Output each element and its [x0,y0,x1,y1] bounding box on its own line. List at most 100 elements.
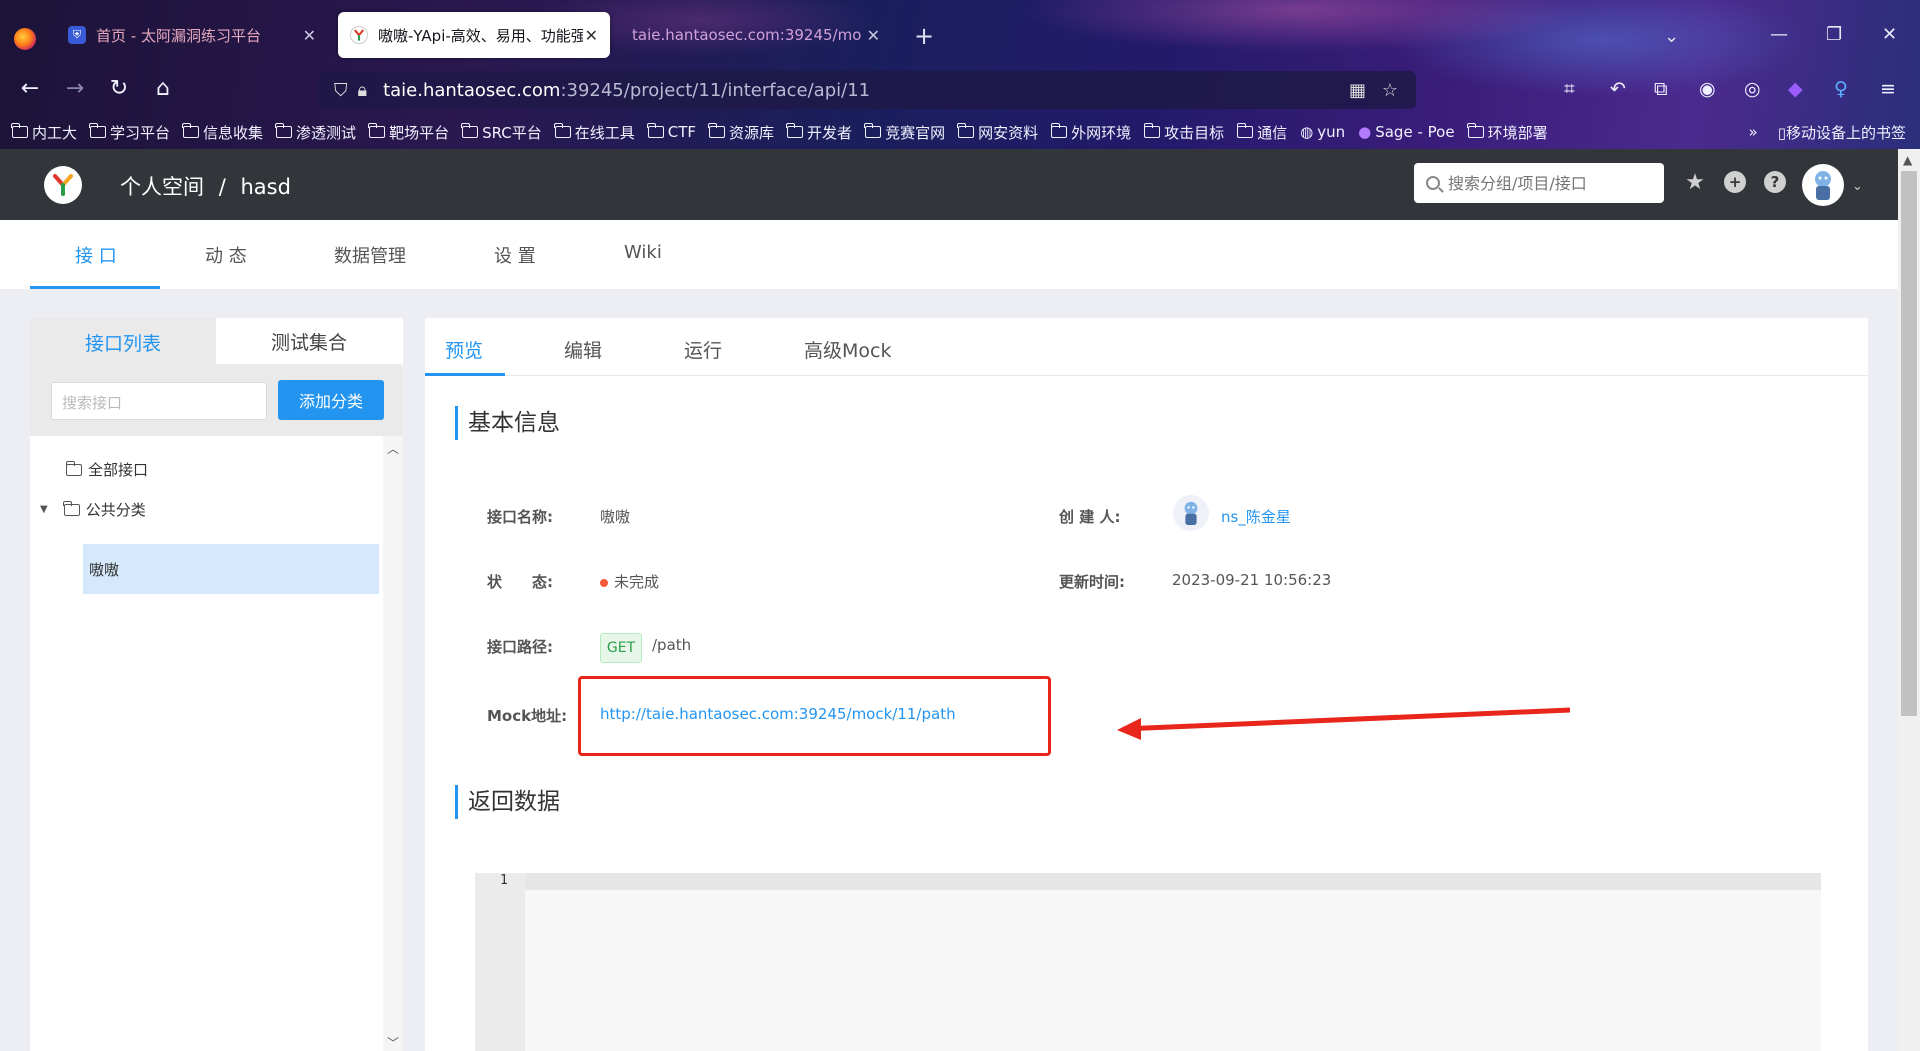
address-bar[interactable]: ⛉ 🔒︎ taie.hantaosec.com:39245/project/11… [318,71,1416,109]
bookmark-folder[interactable]: 信息收集 [182,122,263,143]
new-tab-plus-icon[interactable]: + [914,22,934,50]
scroll-up-icon[interactable]: ︿ [387,440,399,457]
close-window-icon[interactable]: ✕ [1882,24,1897,45]
diamond-extension-icon[interactable]: ◆ [1788,78,1803,100]
bookmark-folder[interactable]: 环境部署 [1466,122,1548,143]
extension-icon[interactable]: ⧉ [1654,78,1668,100]
forward-arrow-icon[interactable]: → [60,76,90,101]
chevron-down-icon[interactable]: ⌄ [1852,179,1863,194]
search-icon [1426,176,1440,190]
tab-advanced-mock[interactable]: 高级Mock [804,336,891,363]
browser-chrome: ⛨ 首页 - 太阿漏洞练习平台 ✕ 嗷嗷-YApi-高效、易用、功能强 ✕ ta… [0,0,1920,149]
tab-yapi[interactable]: 嗷嗷-YApi-高效、易用、功能强 ✕ [338,12,610,58]
home-icon[interactable]: ⌂ [148,76,178,101]
tab-run[interactable]: 运行 [684,336,722,363]
caret-down-icon[interactable]: ▼ [40,504,48,515]
shield-icon[interactable]: ⛉ [334,80,348,101]
bookmark-folder[interactable]: CTF [647,123,696,141]
sidebar-scrollbar[interactable]: ︿ ﹀ [383,436,403,1051]
tab-interface[interactable]: 接 口 [75,242,117,268]
page-margin [1868,318,1898,1051]
folder-icon [708,123,726,138]
tab-wiki[interactable]: Wiki [624,242,662,263]
add-category-button[interactable]: 添加分类 [278,380,384,420]
tab-settings[interactable]: 设 置 [494,242,536,268]
folder-icon [1050,123,1068,138]
page-scrollbar[interactable]: ▲ [1898,149,1920,1051]
globe-icon: ◍ [1300,123,1314,141]
breadcrumb-project[interactable]: hasd [240,175,290,199]
tab-activity[interactable]: 动 态 [205,242,247,268]
bookmark-folder[interactable]: 攻击目标 [1143,122,1224,143]
sidebar-tabs: 接口列表 测试集合 [30,318,403,366]
interface-search-input[interactable]: 搜索接口 [51,382,267,420]
close-icon[interactable]: ✕ [303,26,316,45]
url-text[interactable]: taie.hantaosec.com:39245/project/11/inte… [383,80,870,101]
plus-circle-icon[interactable]: + [1724,171,1746,193]
global-search-input[interactable] [1448,173,1648,193]
pin-extension-icon[interactable]: ♀ [1834,78,1848,100]
bookmark-folder[interactable]: 渗透测试 [275,122,356,143]
tree-item-public-category[interactable]: ▼ 公共分类 [40,499,146,520]
reload-icon[interactable]: ↻ [104,76,134,101]
bookmark-folder[interactable]: 竞赛官网 [864,122,945,143]
breadcrumb-space[interactable]: 个人空间 [120,175,204,199]
bookmark-folder[interactable]: 网安资料 [957,122,1038,143]
menu-icon[interactable]: ≡ [1880,78,1896,100]
lock-icon[interactable]: 🔒︎ [358,80,368,101]
yapi-logo-icon [350,26,368,44]
yapi-logo-icon[interactable] [44,166,82,204]
tree-item-all[interactable]: 全部接口 [65,459,148,480]
tab-interface-list[interactable]: 接口列表 [30,318,216,366]
tab-home[interactable]: ⛨ 首页 - 太阿漏洞练习平台 ✕ [56,12,328,58]
bookmark-folder[interactable]: 通信 [1236,122,1287,143]
restore-icon[interactable]: ❐ [1826,24,1842,45]
close-icon[interactable]: ✕ [867,26,880,45]
avatar[interactable] [1802,164,1844,206]
tab-test-collection[interactable]: 测试集合 [216,318,402,366]
star-icon[interactable]: ☆ [1382,80,1398,101]
tab-mock[interactable]: taie.hantaosec.com:39245/mock/ ✕ [620,12,892,58]
section-title-basic-info: 基本信息 [455,406,560,440]
bookmark-link[interactable]: ● Sage - Poe [1358,123,1454,141]
qr-code-icon[interactable]: ▦ [1349,80,1366,101]
bookmark-folder[interactable]: 资源库 [708,122,774,143]
bookmark-link[interactable]: ◍ yun [1300,123,1345,141]
close-icon[interactable]: ✕ [585,26,598,45]
bookmark-folder[interactable]: 外网环境 [1050,122,1131,143]
mobile-bookmarks[interactable]: ▯移动设备上的书签 [1778,122,1906,143]
tab-edit[interactable]: 编辑 [564,336,602,363]
bookmark-folder[interactable]: 开发者 [786,122,852,143]
minimize-icon[interactable]: — [1770,24,1788,45]
tab-data-management[interactable]: 数据管理 [334,242,406,268]
folder-open-icon [63,500,80,516]
response-code-editor[interactable]: 1 [475,873,1821,1051]
undo-icon[interactable]: ↶ [1610,78,1626,100]
scrollbar-thumb[interactable] [1901,171,1917,716]
scroll-down-icon[interactable]: ﹀ [387,1034,399,1051]
help-icon[interactable]: ? [1764,171,1786,193]
active-line-highlight [475,873,1821,890]
star-icon[interactable]: ★ [1684,170,1706,195]
back-arrow-icon[interactable]: ← [15,76,45,101]
bookmark-folder[interactable]: 学习平台 [89,122,170,143]
line-gutter [475,873,525,1051]
mask-extension-icon[interactable]: ◎ [1744,78,1761,100]
chevron-down-icon[interactable]: ⌄ [1664,26,1679,47]
tree-item-selected-interface[interactable]: 嗷嗷 [83,544,379,594]
crop-icon[interactable]: ⌗ [1564,78,1575,100]
folder-icon [65,460,82,476]
bookmark-folder[interactable]: 内工大 [11,122,77,143]
bookmark-folder[interactable]: SRC平台 [461,122,542,143]
bookmark-folder[interactable]: 在线工具 [554,122,635,143]
creator-link[interactable]: ns_陈金星 [1221,506,1291,527]
creator-avatar[interactable] [1173,495,1209,531]
sidebar-toolbar: 搜索接口 添加分类 [30,366,403,436]
global-search[interactable] [1414,163,1664,203]
chevron-double-right-icon[interactable]: » [1749,123,1758,141]
circle-extension-icon[interactable]: ◉ [1699,78,1716,100]
bookmark-folder[interactable]: 靶场平台 [368,122,449,143]
scroll-up-icon[interactable]: ▲ [1903,153,1912,167]
tab-preview[interactable]: 预览 [445,336,483,363]
firefox-logo-icon[interactable] [14,28,36,50]
